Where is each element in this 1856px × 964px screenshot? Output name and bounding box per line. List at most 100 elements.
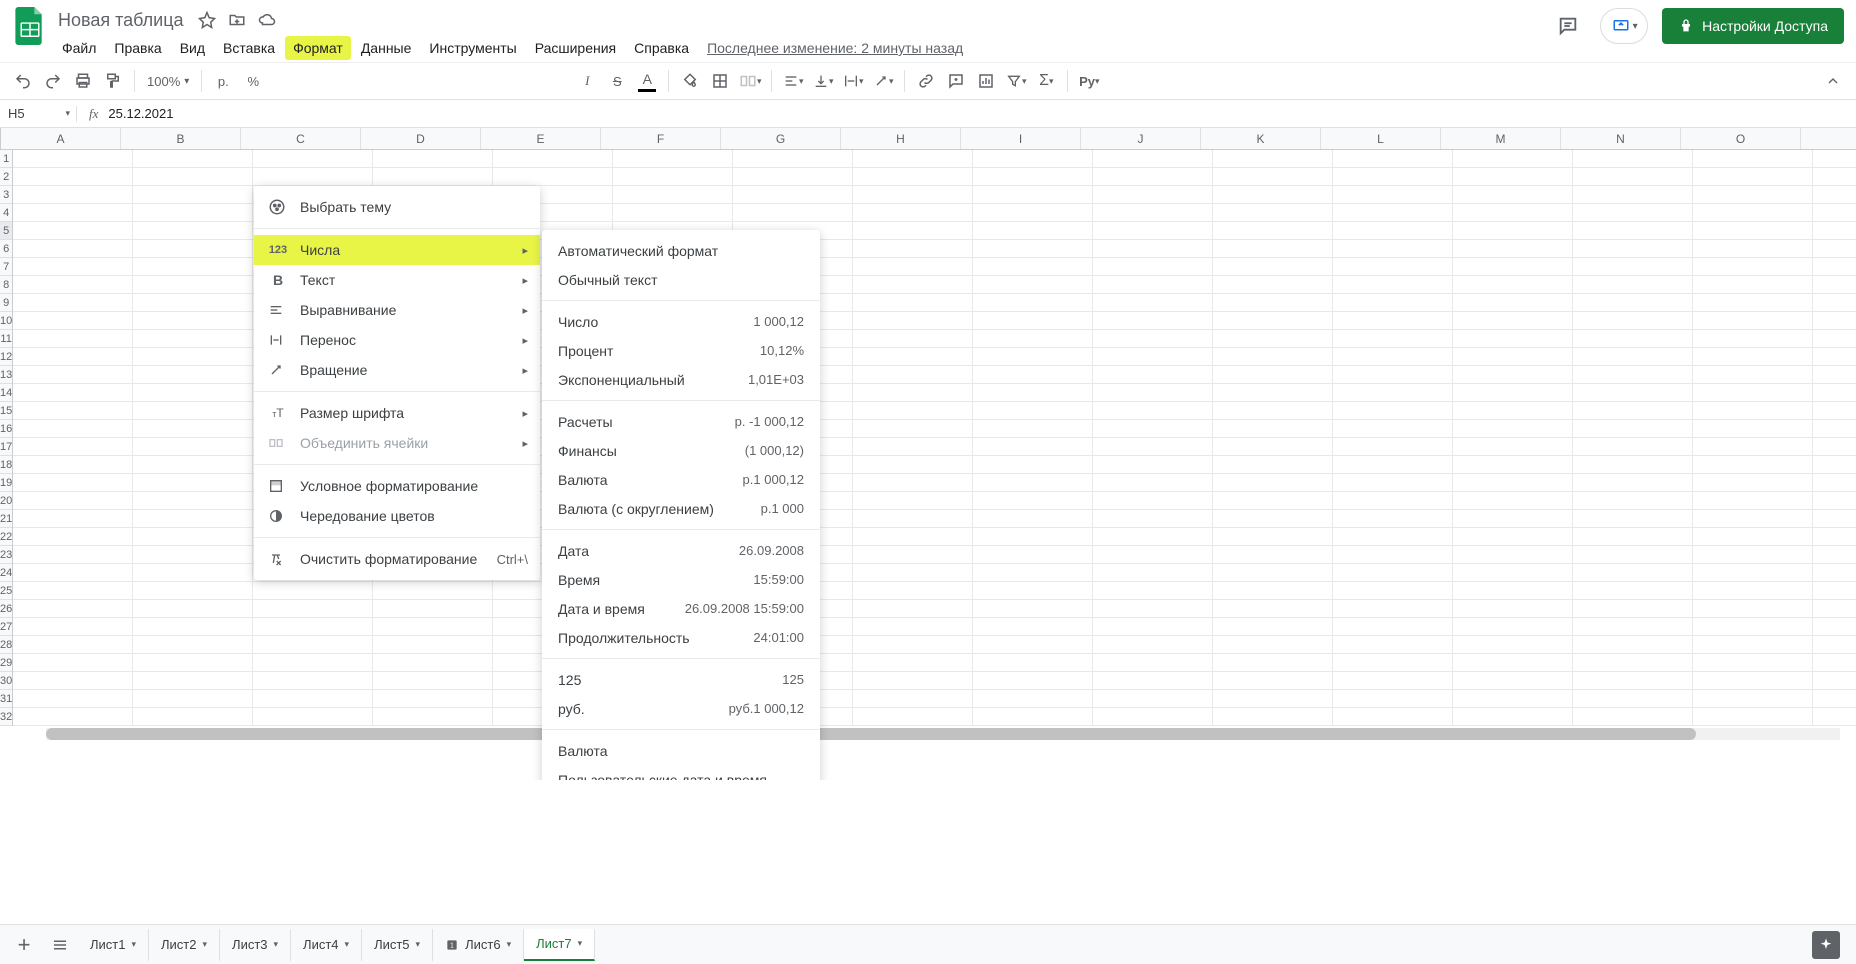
cell[interactable] bbox=[1453, 546, 1573, 564]
cell[interactable] bbox=[853, 708, 973, 726]
cell[interactable] bbox=[1093, 150, 1213, 168]
cell[interactable] bbox=[1573, 312, 1693, 330]
cell[interactable] bbox=[973, 546, 1093, 564]
cell[interactable] bbox=[1693, 528, 1813, 546]
cell[interactable] bbox=[853, 456, 973, 474]
cell[interactable] bbox=[133, 402, 253, 420]
cell[interactable] bbox=[1693, 546, 1813, 564]
cell[interactable] bbox=[1093, 384, 1213, 402]
number-format-option[interactable]: Автоматический формат bbox=[542, 236, 820, 265]
cell[interactable] bbox=[1453, 636, 1573, 654]
cell[interactable] bbox=[1453, 564, 1573, 582]
horizontal-scrollbar[interactable] bbox=[46, 728, 1840, 740]
cell[interactable] bbox=[1093, 708, 1213, 726]
cell[interactable] bbox=[1453, 600, 1573, 618]
cell[interactable] bbox=[253, 168, 373, 186]
cell[interactable] bbox=[1573, 384, 1693, 402]
row-header[interactable]: 31 bbox=[0, 690, 12, 708]
cell[interactable] bbox=[1573, 510, 1693, 528]
cell[interactable] bbox=[1213, 222, 1333, 240]
cell[interactable] bbox=[1573, 186, 1693, 204]
cell[interactable] bbox=[133, 168, 253, 186]
cell[interactable] bbox=[1453, 690, 1573, 708]
cell[interactable] bbox=[1813, 402, 1856, 420]
number-format-option[interactable]: Валюта bbox=[542, 736, 820, 765]
cell[interactable] bbox=[1333, 474, 1453, 492]
row-header[interactable]: 1 bbox=[0, 150, 12, 168]
cell[interactable] bbox=[1333, 618, 1453, 636]
cell[interactable] bbox=[1093, 258, 1213, 276]
cell[interactable] bbox=[373, 582, 493, 600]
cell[interactable] bbox=[1453, 240, 1573, 258]
currency-format-icon[interactable]: р. bbox=[210, 68, 236, 94]
row-header[interactable]: 5 bbox=[0, 222, 12, 240]
cell[interactable] bbox=[1213, 294, 1333, 312]
cell[interactable] bbox=[1813, 672, 1856, 690]
cell[interactable] bbox=[1333, 672, 1453, 690]
cell[interactable] bbox=[133, 564, 253, 582]
cell[interactable] bbox=[133, 456, 253, 474]
sheet-tab[interactable]: Лист3▾ bbox=[220, 929, 291, 961]
comments-icon[interactable] bbox=[1550, 8, 1586, 44]
chevron-down-icon[interactable]: ▾ bbox=[131, 939, 136, 950]
cell[interactable] bbox=[853, 294, 973, 312]
cell[interactable] bbox=[1813, 222, 1856, 240]
column-header[interactable]: N bbox=[1561, 128, 1681, 149]
cell[interactable] bbox=[1693, 204, 1813, 222]
cell[interactable] bbox=[1333, 492, 1453, 510]
row-header[interactable]: 27 bbox=[0, 618, 12, 636]
cell[interactable] bbox=[853, 618, 973, 636]
chevron-down-icon[interactable]: ▾ bbox=[274, 939, 279, 950]
cell[interactable] bbox=[733, 150, 853, 168]
cell[interactable] bbox=[1453, 186, 1573, 204]
v-align-icon[interactable]: ▾ bbox=[810, 68, 836, 94]
functions-icon[interactable]: Σ▾ bbox=[1033, 68, 1059, 94]
cell[interactable] bbox=[1573, 276, 1693, 294]
cell[interactable] bbox=[1573, 456, 1693, 474]
cell[interactable] bbox=[1573, 582, 1693, 600]
cell[interactable] bbox=[1093, 222, 1213, 240]
cell[interactable] bbox=[1213, 204, 1333, 222]
sheet-tab[interactable]: Лист1▾ bbox=[78, 929, 149, 961]
cell[interactable] bbox=[1333, 366, 1453, 384]
cell[interactable] bbox=[1453, 654, 1573, 672]
cell[interactable] bbox=[133, 294, 253, 312]
column-header[interactable]: A bbox=[1, 128, 121, 149]
cell[interactable] bbox=[973, 438, 1093, 456]
cell[interactable] bbox=[1093, 474, 1213, 492]
cell[interactable] bbox=[1813, 528, 1856, 546]
cell[interactable] bbox=[973, 510, 1093, 528]
cell[interactable] bbox=[13, 690, 133, 708]
cell[interactable] bbox=[133, 510, 253, 528]
cell[interactable] bbox=[1333, 456, 1453, 474]
cell[interactable] bbox=[1693, 348, 1813, 366]
cell[interactable] bbox=[1573, 618, 1693, 636]
cell[interactable] bbox=[613, 204, 733, 222]
cell[interactable] bbox=[973, 384, 1093, 402]
column-header[interactable]: M bbox=[1441, 128, 1561, 149]
cell[interactable] bbox=[1333, 168, 1453, 186]
cell[interactable] bbox=[1333, 690, 1453, 708]
cell[interactable] bbox=[1453, 348, 1573, 366]
menu-clear-formatting[interactable]: Очистить форматирование Ctrl+\ bbox=[254, 544, 540, 574]
cell[interactable] bbox=[1213, 492, 1333, 510]
cell[interactable] bbox=[1453, 276, 1573, 294]
cell[interactable] bbox=[1693, 384, 1813, 402]
cell[interactable] bbox=[1333, 582, 1453, 600]
cell[interactable] bbox=[973, 420, 1093, 438]
cell[interactable] bbox=[1453, 384, 1573, 402]
cell[interactable] bbox=[1333, 258, 1453, 276]
cell[interactable] bbox=[13, 582, 133, 600]
cell[interactable] bbox=[973, 564, 1093, 582]
cell[interactable] bbox=[1693, 690, 1813, 708]
doc-title[interactable]: Новая таблица bbox=[54, 8, 188, 33]
italic-icon[interactable]: I bbox=[574, 68, 600, 94]
cell[interactable] bbox=[1093, 186, 1213, 204]
cell[interactable] bbox=[1213, 564, 1333, 582]
cell[interactable] bbox=[373, 672, 493, 690]
cell[interactable] bbox=[13, 528, 133, 546]
all-sheets-button[interactable] bbox=[42, 927, 78, 963]
cell[interactable] bbox=[1693, 186, 1813, 204]
cell[interactable] bbox=[1813, 438, 1856, 456]
row-header[interactable]: 32 bbox=[0, 708, 12, 726]
